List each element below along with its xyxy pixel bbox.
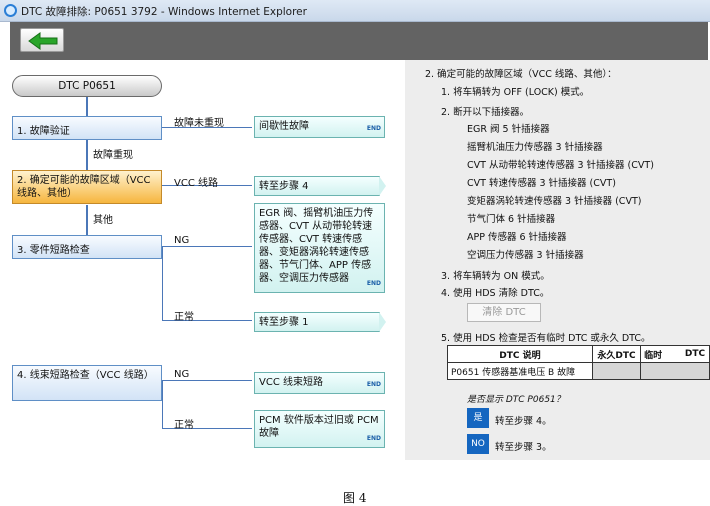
connector-item: 变矩器涡轮转速传感器 3 针插接器 (CVT) xyxy=(467,196,642,207)
question-text: 是否显示 DTC P0651？ xyxy=(467,395,565,405)
instructions-panel: 2. 确定可能的故障区域（VCC 线路、其他）： 1. 将车辆转为 OFF (L… xyxy=(405,60,710,460)
yes-button-label: 是 xyxy=(473,413,483,423)
result-sensors-label: EGR 阀、摇臂机油压力传感器、CVT 从动带轮转速传感器、CVT 转速传感器、… xyxy=(259,208,374,284)
connector-line xyxy=(162,246,163,320)
instruction-item: 4. 使用 HDS 清除 DTC。 xyxy=(441,288,550,299)
branch-ng-4: NG xyxy=(174,369,190,380)
result-goto-step4-label: 转至步骤 4 xyxy=(259,181,309,192)
flow-start: DTC P0651 xyxy=(12,75,162,97)
instruction-item: 5. 使用 HDS 检查是否有临时 DTC 或永久 DTC。 xyxy=(441,333,651,344)
result-goto-step1-label: 转至步骤 1 xyxy=(259,317,309,328)
figure-caption: 图 4 xyxy=(343,491,367,505)
table-header-row: DTC 说明 永久DTC 临时 DTC xyxy=(447,345,710,363)
step-2-label: 2. 确定可能的故障区域（VCC 线路、其他） xyxy=(17,175,151,199)
result-intermittent[interactable]: 间歇性故障 END xyxy=(254,116,385,138)
window-title: DTC 故障排除: P0651 3792 - Windows Internet … xyxy=(21,6,307,18)
yes-button[interactable]: 是 xyxy=(467,408,489,428)
branch-ng-3: NG xyxy=(174,235,190,246)
step-1-label: 1. 故障验证 xyxy=(17,126,70,137)
end-marker: END xyxy=(366,381,381,388)
clear-dtc-button[interactable]: 清除 DTC xyxy=(467,303,541,322)
table-header: DTC xyxy=(681,345,710,363)
goto-arrow-shape xyxy=(379,176,386,196)
window-title-bar: DTC 故障排除: P0651 3792 - Windows Internet … xyxy=(0,0,710,22)
step-4-label: 4. 线束短路检查（VCC 线路） xyxy=(17,370,154,381)
result-sensors[interactable]: EGR 阀、摇臂机油压力传感器、CVT 从动带轮转速传感器、CVT 转速传感器、… xyxy=(254,203,385,293)
no-button-label: NO xyxy=(471,439,485,449)
connector-item: 空调压力传感器 3 针插接器 xyxy=(467,250,584,261)
branch-vcc-line: VCC 线路 xyxy=(174,178,218,189)
connector-item: 节气门体 6 针插接器 xyxy=(467,214,556,225)
branch-ok-4: 正常 xyxy=(174,420,194,431)
connector-item: CVT 从动带轮转速传感器 3 针插接器 (CVT) xyxy=(467,160,654,171)
back-arrow-icon xyxy=(28,32,58,50)
end-marker: END xyxy=(366,125,381,132)
connector-item: APP 传感器 6 针插接器 xyxy=(467,232,567,243)
connector-line xyxy=(162,246,252,247)
no-button[interactable]: NO xyxy=(467,434,489,454)
step-3[interactable]: 3. 零件短路检查 xyxy=(12,235,162,259)
goto-arrow-shape xyxy=(379,312,386,332)
table-header: DTC 说明 xyxy=(447,345,593,363)
no-next-step: 转至步骤 3。 xyxy=(495,442,552,453)
result-goto-step4[interactable]: 转至步骤 4 xyxy=(254,176,380,196)
branch-not-reproduced: 故障未重现 xyxy=(174,118,224,129)
back-button[interactable] xyxy=(20,28,64,52)
step-3-label: 3. 零件短路检查 xyxy=(17,245,90,256)
result-vcc-short[interactable]: VCC 线束短路 END xyxy=(254,372,385,394)
flowchart-panel: DTC P0651 1. 故障验证 故障未重现 间歇性故障 END 故障重现 2… xyxy=(0,60,405,460)
table-header: 永久DTC xyxy=(591,345,642,363)
yes-next-step: 转至步骤 4。 xyxy=(495,416,552,427)
step-2[interactable]: 2. 确定可能的故障区域（VCC 线路、其他） xyxy=(12,170,162,204)
instructions-heading: 2. 确定可能的故障区域（VCC 线路、其他）： xyxy=(425,69,617,80)
table-cell xyxy=(591,362,642,380)
branch-reproduced: 故障重现 xyxy=(93,150,133,161)
branch-ok-3: 正常 xyxy=(174,312,194,323)
dtc-table: DTC 说明 永久DTC 临时 DTC P0651 传感器基准电压 B 故障 xyxy=(447,345,710,380)
instruction-item: 3. 将车辆转为 ON 模式。 xyxy=(441,271,550,282)
table-row: P0651 传感器基准电压 B 故障 xyxy=(447,362,710,380)
connector-line xyxy=(86,205,88,235)
connector-line xyxy=(86,140,88,170)
branch-other: 其他 xyxy=(93,215,113,226)
result-pcm[interactable]: PCM 软件版本过旧或 PCM 故障 END xyxy=(254,410,385,448)
instruction-item: 2. 断开以下插接器。 xyxy=(441,107,530,118)
internet-explorer-icon xyxy=(4,4,17,17)
instruction-item: 1. 将车辆转为 OFF (LOCK) 模式。 xyxy=(441,87,590,98)
connector-line xyxy=(86,97,88,117)
result-pcm-label: PCM 软件版本过旧或 PCM 故障 xyxy=(259,415,379,439)
table-cell: P0651 传感器基准电压 B 故障 xyxy=(447,362,593,380)
connector-item: EGR 阀 5 针插接器 xyxy=(467,124,550,135)
connector-item: CVT 转速传感器 3 针插接器 (CVT) xyxy=(467,178,616,189)
step-4[interactable]: 4. 线束短路检查（VCC 线路） xyxy=(12,365,162,401)
connector-line xyxy=(162,380,163,428)
connector-line xyxy=(162,380,252,381)
end-marker: END xyxy=(366,280,381,287)
flow-start-label: DTC P0651 xyxy=(58,80,116,92)
result-goto-step1[interactable]: 转至步骤 1 xyxy=(254,312,380,332)
step-1[interactable]: 1. 故障验证 xyxy=(12,116,162,140)
toolbar xyxy=(10,22,708,60)
table-cell xyxy=(640,362,710,380)
result-intermittent-label: 间歇性故障 xyxy=(259,121,309,132)
result-vcc-short-label: VCC 线束短路 xyxy=(259,377,323,388)
end-marker: END xyxy=(366,435,381,442)
clear-dtc-label: 清除 DTC xyxy=(482,307,526,318)
connector-item: 摇臂机油压力传感器 3 针插接器 xyxy=(467,142,603,153)
table-header: 临时 xyxy=(640,345,682,363)
